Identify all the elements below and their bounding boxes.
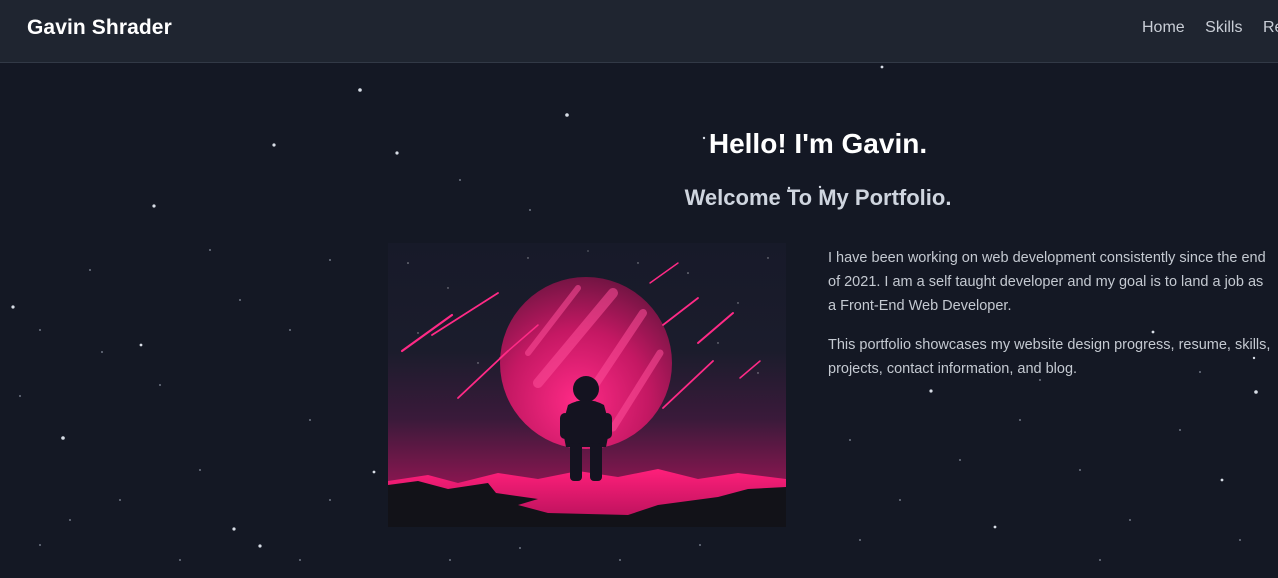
about-paragraph: This portfolio showcases my website desi… (828, 337, 1271, 377)
nav-link-skills[interactable]: Skills (1205, 19, 1242, 36)
hero-subtitle: Welcome To My Portfolio. (684, 185, 952, 210)
nav-links: Home Skills Res (1142, 19, 1278, 37)
about-text: I have been working on web development c… (828, 246, 1274, 396)
hero-section: Hello! I'm Gavin. Welcome To My Portfoli… (0, 0, 1278, 578)
site-brand[interactable]: Gavin Shrader (27, 16, 172, 40)
nav-link-resume[interactable]: Res (1263, 19, 1278, 36)
hero-title: Hello! I'm Gavin. (708, 128, 928, 159)
nav-link-home[interactable]: Home (1142, 19, 1185, 36)
about-paragraph: I have been working on web development c… (828, 250, 1266, 314)
astronaut-planet-illustration (388, 243, 786, 527)
navbar: Gavin Shrader Home Skills Res (0, 0, 1278, 63)
